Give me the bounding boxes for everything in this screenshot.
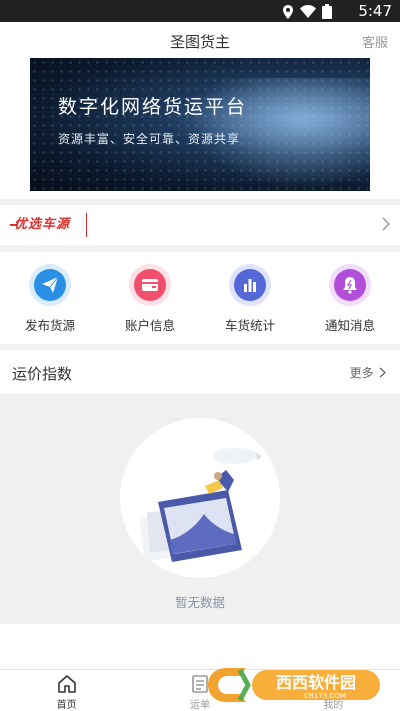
freight-rate-index-header: 运价指数 更多 xyxy=(0,350,400,394)
chevron-right-icon xyxy=(382,217,390,231)
tab-home[interactable]: 首页 xyxy=(0,670,133,711)
content-spacer xyxy=(0,624,400,669)
shortcut-label: 发布货源 xyxy=(24,319,75,333)
customer-service-button[interactable]: 客服 xyxy=(362,32,388,51)
shortcut-icon-ring xyxy=(129,264,171,306)
featured-vehicles-row[interactable]: 优选车源 xyxy=(0,205,400,245)
wifi-icon xyxy=(300,5,316,18)
shortcut-account-info[interactable]: 账户信息 xyxy=(100,252,200,344)
more-label: 更多 xyxy=(349,366,374,380)
shortcut-label: 账户信息 xyxy=(124,319,175,333)
bell-icon xyxy=(334,269,366,301)
shortcut-label: 通知消息 xyxy=(324,319,375,333)
home-icon xyxy=(57,675,76,693)
logo-divider xyxy=(86,213,87,237)
banner-section: 数字化网络货运平台 资源丰富、安全可靠、资源共享 xyxy=(0,58,400,199)
tab-label: 首页 xyxy=(56,700,77,711)
shortcut-label: 车货统计 xyxy=(224,319,275,333)
chevron-right-icon xyxy=(379,367,386,378)
app-header: 圣图货主 客服 xyxy=(0,22,400,58)
page-title: 圣图货主 xyxy=(169,34,230,51)
wallet-icon xyxy=(134,269,166,301)
status-time: 5:47 xyxy=(358,2,392,20)
empty-folder-illustration xyxy=(120,418,280,578)
featured-vehicles-logo: 优选车源 xyxy=(14,216,71,231)
bar-chart-icon xyxy=(234,269,266,301)
banner-subtitle: 资源丰富、安全可靠、资源共享 xyxy=(58,132,241,146)
empty-state: 暂无数据 xyxy=(0,394,400,624)
shortcut-icon-ring xyxy=(29,264,71,306)
watermark-brand: 西西软件园 xyxy=(276,673,356,692)
empty-state-text: 暂无数据 xyxy=(174,596,225,610)
watermark-url: CR173.COM xyxy=(304,692,346,700)
shortcut-publish-cargo[interactable]: 发布货源 xyxy=(0,252,100,344)
shortcut-notifications[interactable]: 通知消息 xyxy=(300,252,400,344)
more-link[interactable]: 更多 xyxy=(350,364,386,381)
banner-headline: 数字化网络货运平台 xyxy=(58,97,248,118)
section-title: 运价指数 xyxy=(12,366,73,383)
location-icon xyxy=(283,4,293,19)
shortcut-grid: 发布货源 账户信息 车货统计 通知消息 xyxy=(0,252,400,344)
promo-banner[interactable]: 数字化网络货运平台 资源丰富、安全可靠、资源共享 xyxy=(30,58,370,191)
shortcut-icon-ring xyxy=(329,264,371,306)
shortcut-icon-ring xyxy=(229,264,271,306)
status-bar: 5:47 xyxy=(0,0,400,22)
battery-icon xyxy=(322,4,332,19)
banner-particles xyxy=(30,58,370,191)
shortcut-vehicle-cargo-stats[interactable]: 车货统计 xyxy=(200,252,300,344)
site-watermark: 西西软件园 CR173.COM xyxy=(208,668,380,702)
paper-plane-icon xyxy=(34,269,66,301)
